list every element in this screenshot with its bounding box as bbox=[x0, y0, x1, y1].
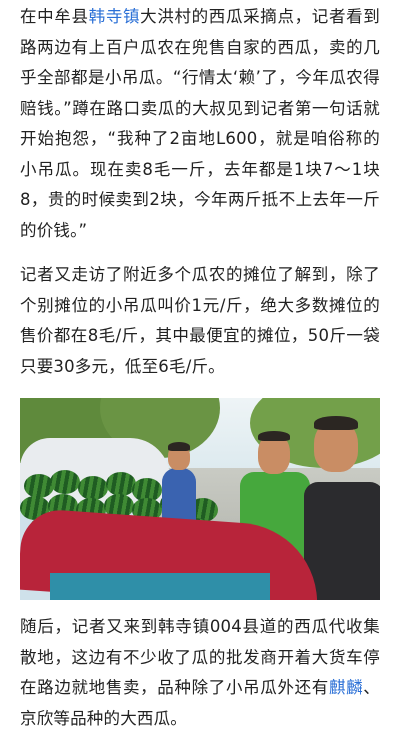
text-run: 在中牟县 bbox=[20, 7, 89, 26]
paragraph-3: 随后，记者又来到韩寺镇004县道的西瓜代收集散地，这边有不少收了瓜的批发商开着大… bbox=[20, 612, 380, 734]
photo-cart bbox=[50, 573, 270, 600]
watermelon-stall-photo[interactable] bbox=[20, 398, 380, 600]
article-body: 在中牟县韩寺镇大洪村的西瓜采摘点，记者看到路两边有上百户瓜农在兜售自家的西瓜，卖… bbox=[0, 0, 400, 734]
link-qilin[interactable]: 麒麟 bbox=[329, 678, 363, 697]
paragraph-2: 记者又走访了附近多个瓜农的摊位了解到，除了个别摊位的小吊瓜叫价1元/斤，绝大多数… bbox=[20, 260, 380, 382]
text-run: 大洪村的西瓜采摘点，记者看到路两边有上百户瓜农在兜售自家的西瓜，卖的几乎全部都是… bbox=[20, 7, 380, 240]
link-hansi-town[interactable]: 韩寺镇 bbox=[89, 7, 141, 26]
text-run: 记者又走访了附近多个瓜农的摊位了解到，除了个别摊位的小吊瓜叫价1元/斤，绝大多数… bbox=[20, 265, 380, 376]
text-run: 随后，记者又来到韩寺镇004县道的西瓜代收集散地，这边有不少收了瓜的批发商开着大… bbox=[20, 617, 380, 697]
paragraph-1: 在中牟县韩寺镇大洪村的西瓜采摘点，记者看到路两边有上百户瓜农在兜售自家的西瓜，卖… bbox=[20, 0, 380, 246]
